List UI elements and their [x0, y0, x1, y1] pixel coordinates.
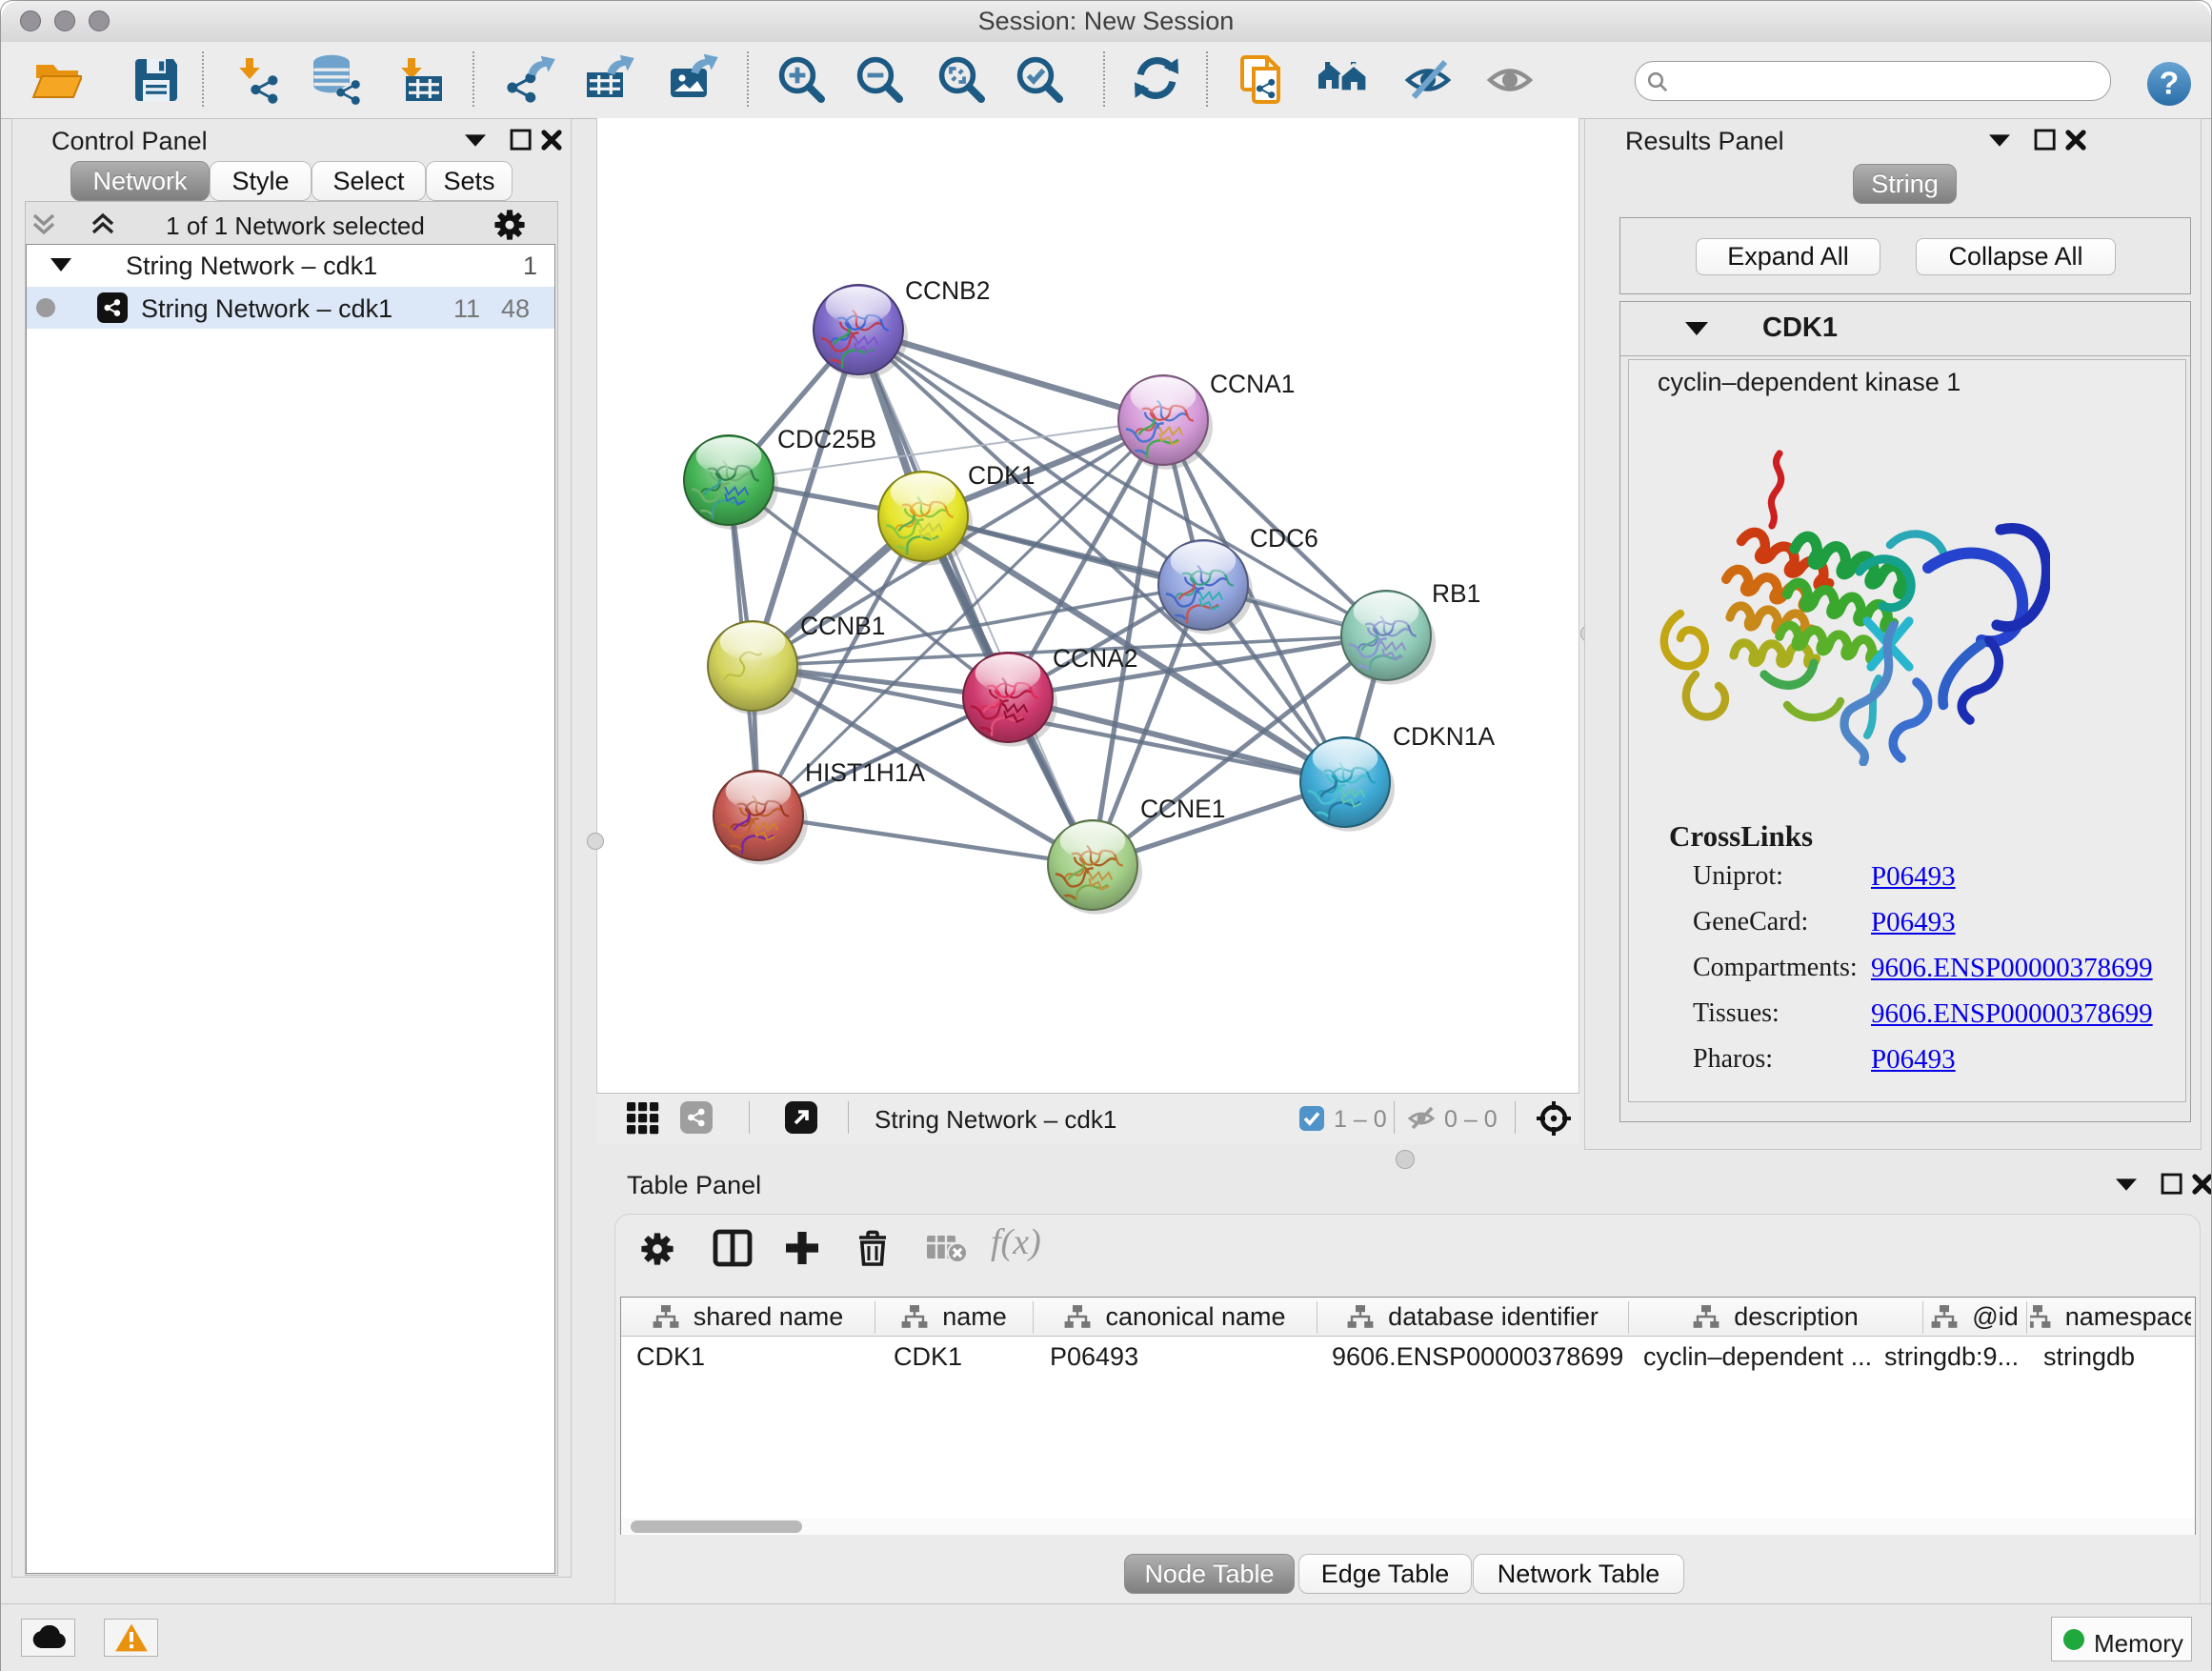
svg-text:CDK1: CDK1 [968, 461, 1035, 490]
svg-text:CCNE1: CCNE1 [1140, 795, 1225, 823]
svg-text:CCNB2: CCNB2 [905, 276, 990, 305]
svg-text:CDKN1A: CDKN1A [1393, 722, 1495, 751]
svg-text:CCNA1: CCNA1 [1210, 370, 1295, 398]
svg-text:RB1: RB1 [1432, 579, 1480, 608]
svg-text:HIST1H1A: HIST1H1A [805, 758, 926, 787]
svg-text:?: ? [2160, 66, 2179, 101]
svg-text:CDC6: CDC6 [1250, 524, 1318, 553]
svg-text:CCNA2: CCNA2 [1053, 644, 1137, 673]
svg-text:CDC25B: CDC25B [777, 425, 876, 453]
svg-text:CCNB1: CCNB1 [800, 612, 885, 640]
